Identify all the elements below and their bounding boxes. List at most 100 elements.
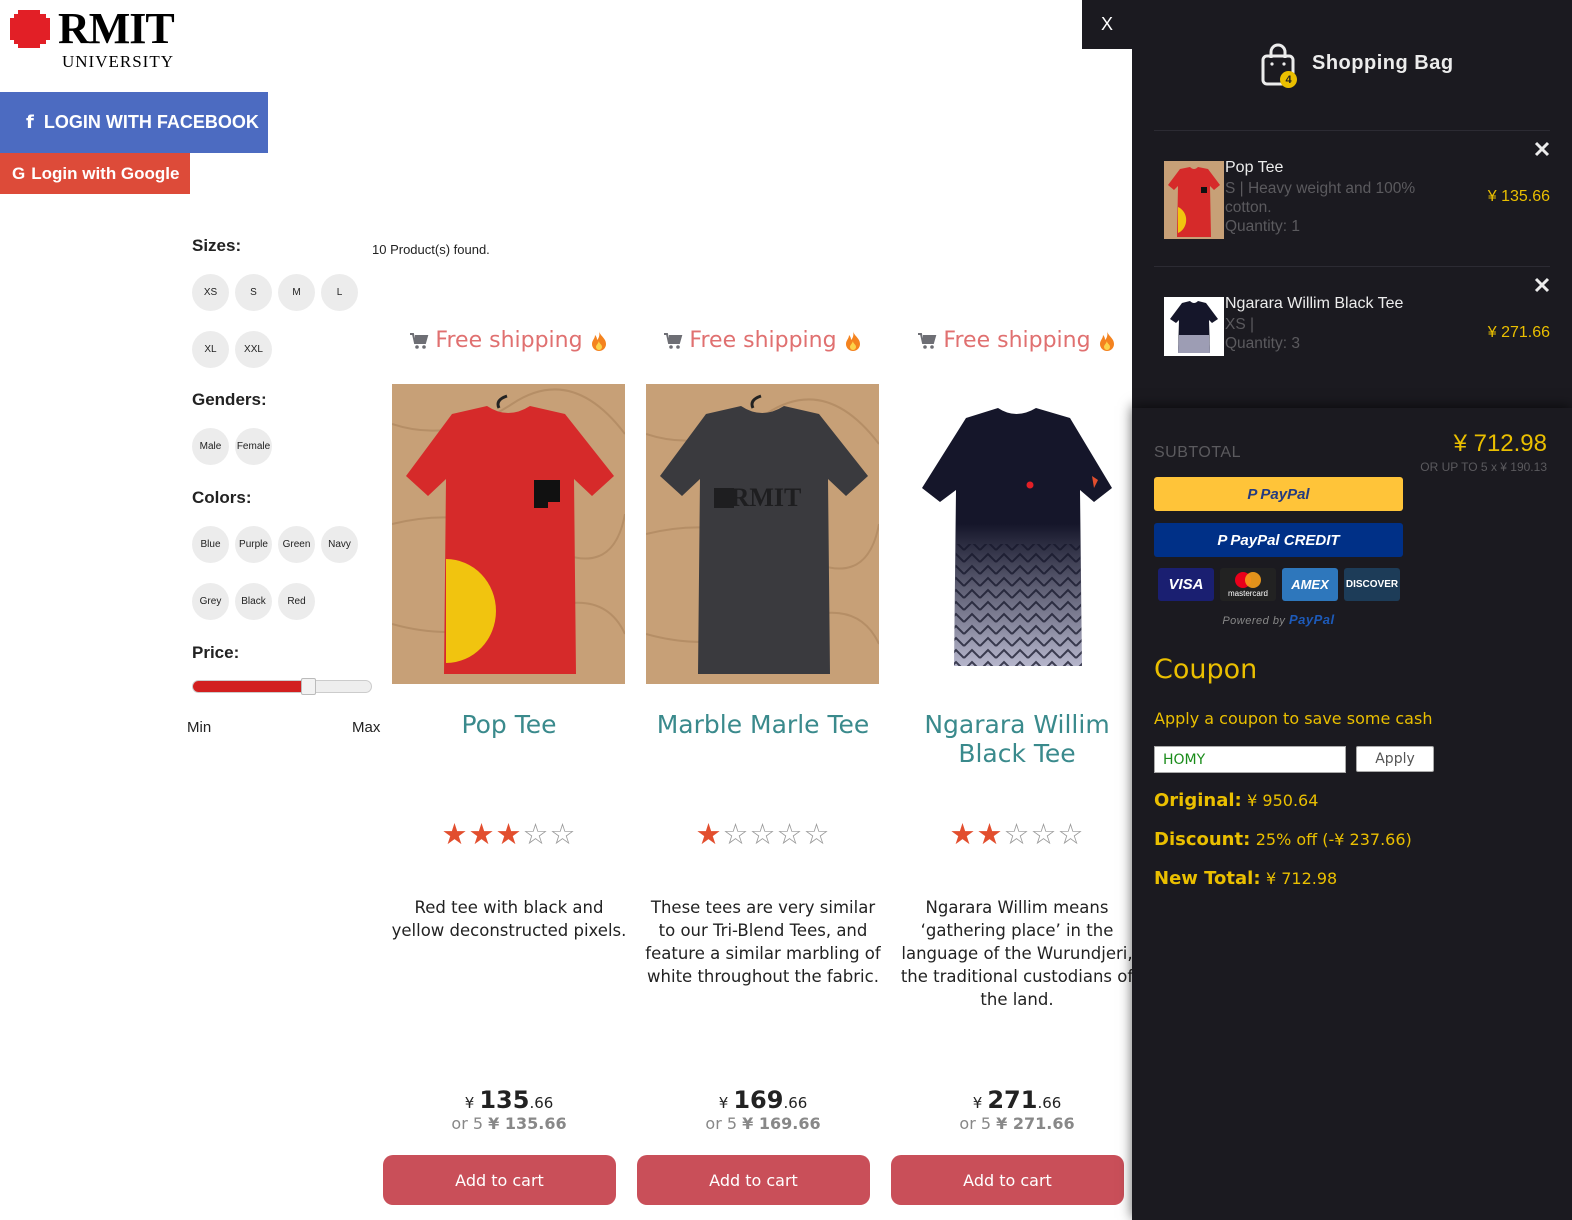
- products-found-count: 10 Product(s) found.: [372, 242, 490, 257]
- cart-item-price: ¥ 271.66: [1487, 324, 1550, 341]
- product-card-ngarara-willim-black-tee[interactable]: Free shipping Ngarara Willim Black Tee ★…: [890, 320, 1144, 1210]
- size-chip-s[interactable]: S: [235, 274, 272, 311]
- mastercard-label: mastercard: [1227, 589, 1268, 598]
- coupon-input[interactable]: [1154, 746, 1346, 773]
- product-card-marble-marle-tee[interactable]: Free shipping RMIT Marble Marle Tee ★☆☆☆…: [636, 320, 890, 1210]
- size-chip-xxl[interactable]: XXL: [235, 331, 272, 368]
- product-name[interactable]: Pop Tee: [382, 710, 636, 739]
- price-slider-handle[interactable]: [301, 678, 316, 695]
- cart-icon: [664, 332, 683, 349]
- cart-item-thumbnail: [1164, 297, 1224, 356]
- product-rating: ★★★☆☆: [382, 817, 636, 852]
- color-chip-purple[interactable]: Purple: [235, 526, 272, 563]
- product-description: Red tee with black and yellow deconstruc…: [391, 898, 627, 940]
- size-chip-l[interactable]: L: [321, 274, 358, 311]
- logo-subtitle: UNIVERSITY: [62, 52, 174, 71]
- price-max-label: Max: [352, 719, 381, 736]
- remove-item-icon[interactable]: [1534, 141, 1550, 157]
- free-shipping-text: Free shipping: [435, 328, 583, 353]
- mastercard-card-icon: mastercard: [1220, 568, 1276, 601]
- color-chip-blue[interactable]: Blue: [192, 526, 229, 563]
- cart-item-title: Ngarara Willim Black Tee: [1225, 295, 1404, 312]
- powered-by-label: Powered by: [1222, 615, 1286, 627]
- cart-item-quantity: Quantity: 1: [1225, 218, 1300, 235]
- paypal-logo-icon: P: [1217, 531, 1228, 549]
- product-card-pop-tee[interactable]: Free shipping Pop Tee ★★★☆☆ Red tee with…: [382, 320, 636, 1210]
- price-integer: 271: [987, 1086, 1038, 1114]
- discover-card-icon: DISCOVER: [1344, 568, 1400, 601]
- size-chip-m[interactable]: M: [278, 274, 315, 311]
- product-installments: or 5 ¥ 271.66: [890, 1114, 1144, 1133]
- card-brands: VISA mastercard AMEX DISCOVER: [1158, 568, 1400, 601]
- installments-price: ¥ 135.66: [488, 1114, 567, 1133]
- add-to-cart-button[interactable]: Add to cart: [637, 1155, 870, 1205]
- cart-footer: SUBTOTAL ¥ 712.98 OR UP TO 5 x ¥ 190.13 …: [1132, 408, 1572, 1220]
- gender-chip-male[interactable]: Male: [192, 428, 229, 465]
- color-chip-navy[interactable]: Navy: [321, 526, 358, 563]
- discount-value: 25% off (-¥ 237.66): [1255, 830, 1412, 849]
- installments-label: or 5: [705, 1114, 738, 1133]
- star-empty-icon: ☆: [522, 819, 550, 851]
- subtotal-label: SUBTOTAL: [1154, 444, 1241, 461]
- add-to-cart-button[interactable]: Add to cart: [891, 1155, 1124, 1205]
- product-installments: or 5 ¥ 135.66: [382, 1114, 636, 1133]
- star-filled-icon: ★: [441, 819, 469, 851]
- size-chip-xs[interactable]: XS: [192, 274, 229, 311]
- color-chip-black[interactable]: Black: [235, 583, 272, 620]
- cart-icon: [410, 332, 429, 349]
- shopping-bag-title: Shopping Bag: [1312, 52, 1454, 74]
- login-google-button[interactable]: G Login with Google: [0, 153, 190, 194]
- fire-icon: [1099, 330, 1114, 351]
- color-chip-grey[interactable]: Grey: [192, 583, 229, 620]
- product-installments: or 5 ¥ 169.66: [636, 1114, 890, 1133]
- product-name[interactable]: Marble Marle Tee: [636, 710, 890, 739]
- price-currency: ¥: [464, 1094, 475, 1112]
- original-label: Original:: [1154, 790, 1242, 811]
- price-title: Price:: [192, 643, 240, 662]
- paypal-button[interactable]: P PayPal: [1154, 477, 1403, 511]
- gender-chip-female[interactable]: Female: [235, 428, 272, 465]
- discount-label: Discount:: [1154, 829, 1251, 850]
- cart-item-variant: S | Heavy weight and 100% cotton.: [1225, 180, 1416, 216]
- product-image-ngarara-willim-black-tee[interactable]: [900, 384, 1133, 684]
- free-shipping-badge: Free shipping: [382, 328, 636, 353]
- product-image-pop-tee[interactable]: [392, 384, 625, 684]
- google-icon: G: [12, 163, 26, 183]
- original-total: Original: ¥ 950.64: [1154, 790, 1318, 811]
- powered-by-paypal: Powered by PayPal: [1154, 612, 1403, 627]
- logo-wordmark: RMIT: [58, 4, 175, 53]
- cart-item: Pop Tee S | Heavy weight and 100% cotton…: [1154, 130, 1550, 266]
- product-image-marble-marle-tee[interactable]: RMIT: [646, 384, 879, 684]
- star-empty-icon: ☆: [1057, 819, 1085, 851]
- star-empty-icon: ☆: [549, 819, 577, 851]
- apply-coupon-button[interactable]: Apply: [1356, 746, 1434, 772]
- color-chip-red[interactable]: Red: [278, 583, 315, 620]
- paypal-logo-icon: P: [1247, 485, 1258, 503]
- close-cart-button[interactable]: X: [1082, 0, 1132, 49]
- price-decimal: .66: [783, 1094, 808, 1112]
- rmit-logo[interactable]: RMIT UNIVERSITY: [10, 4, 185, 71]
- color-chip-green[interactable]: Green: [278, 526, 315, 563]
- size-chip-xl[interactable]: XL: [192, 331, 229, 368]
- paypal-button-label: PayPal: [1260, 485, 1310, 503]
- coupon-title: Coupon: [1154, 654, 1258, 685]
- google-button-label: Login with Google: [31, 163, 180, 183]
- cart-icon: [918, 332, 937, 349]
- coupon-subtitle: Apply a coupon to save some cash: [1154, 709, 1433, 728]
- price-decimal: .66: [529, 1094, 554, 1112]
- price-decimal: .66: [1037, 1094, 1062, 1112]
- product-name[interactable]: Ngarara Willim Black Tee: [890, 710, 1144, 768]
- installments-label: or 5: [451, 1114, 484, 1133]
- cart-item: Ngarara Willim Black Tee XS | Quantity: …: [1154, 266, 1550, 402]
- star-filled-icon: ★: [949, 819, 977, 851]
- colors-title: Colors:: [192, 488, 252, 507]
- free-shipping-text: Free shipping: [689, 328, 837, 353]
- star-filled-icon: ★: [468, 819, 496, 851]
- add-to-cart-button[interactable]: Add to cart: [383, 1155, 616, 1205]
- remove-item-icon[interactable]: [1534, 277, 1550, 293]
- star-empty-icon: ☆: [776, 819, 804, 851]
- login-facebook-button[interactable]: f LOGIN WITH FACEBOOK: [0, 92, 268, 153]
- paypal-credit-button[interactable]: P PayPal CREDIT: [1154, 523, 1403, 557]
- price-min-label: Min: [187, 719, 212, 736]
- price-currency: ¥: [718, 1094, 729, 1112]
